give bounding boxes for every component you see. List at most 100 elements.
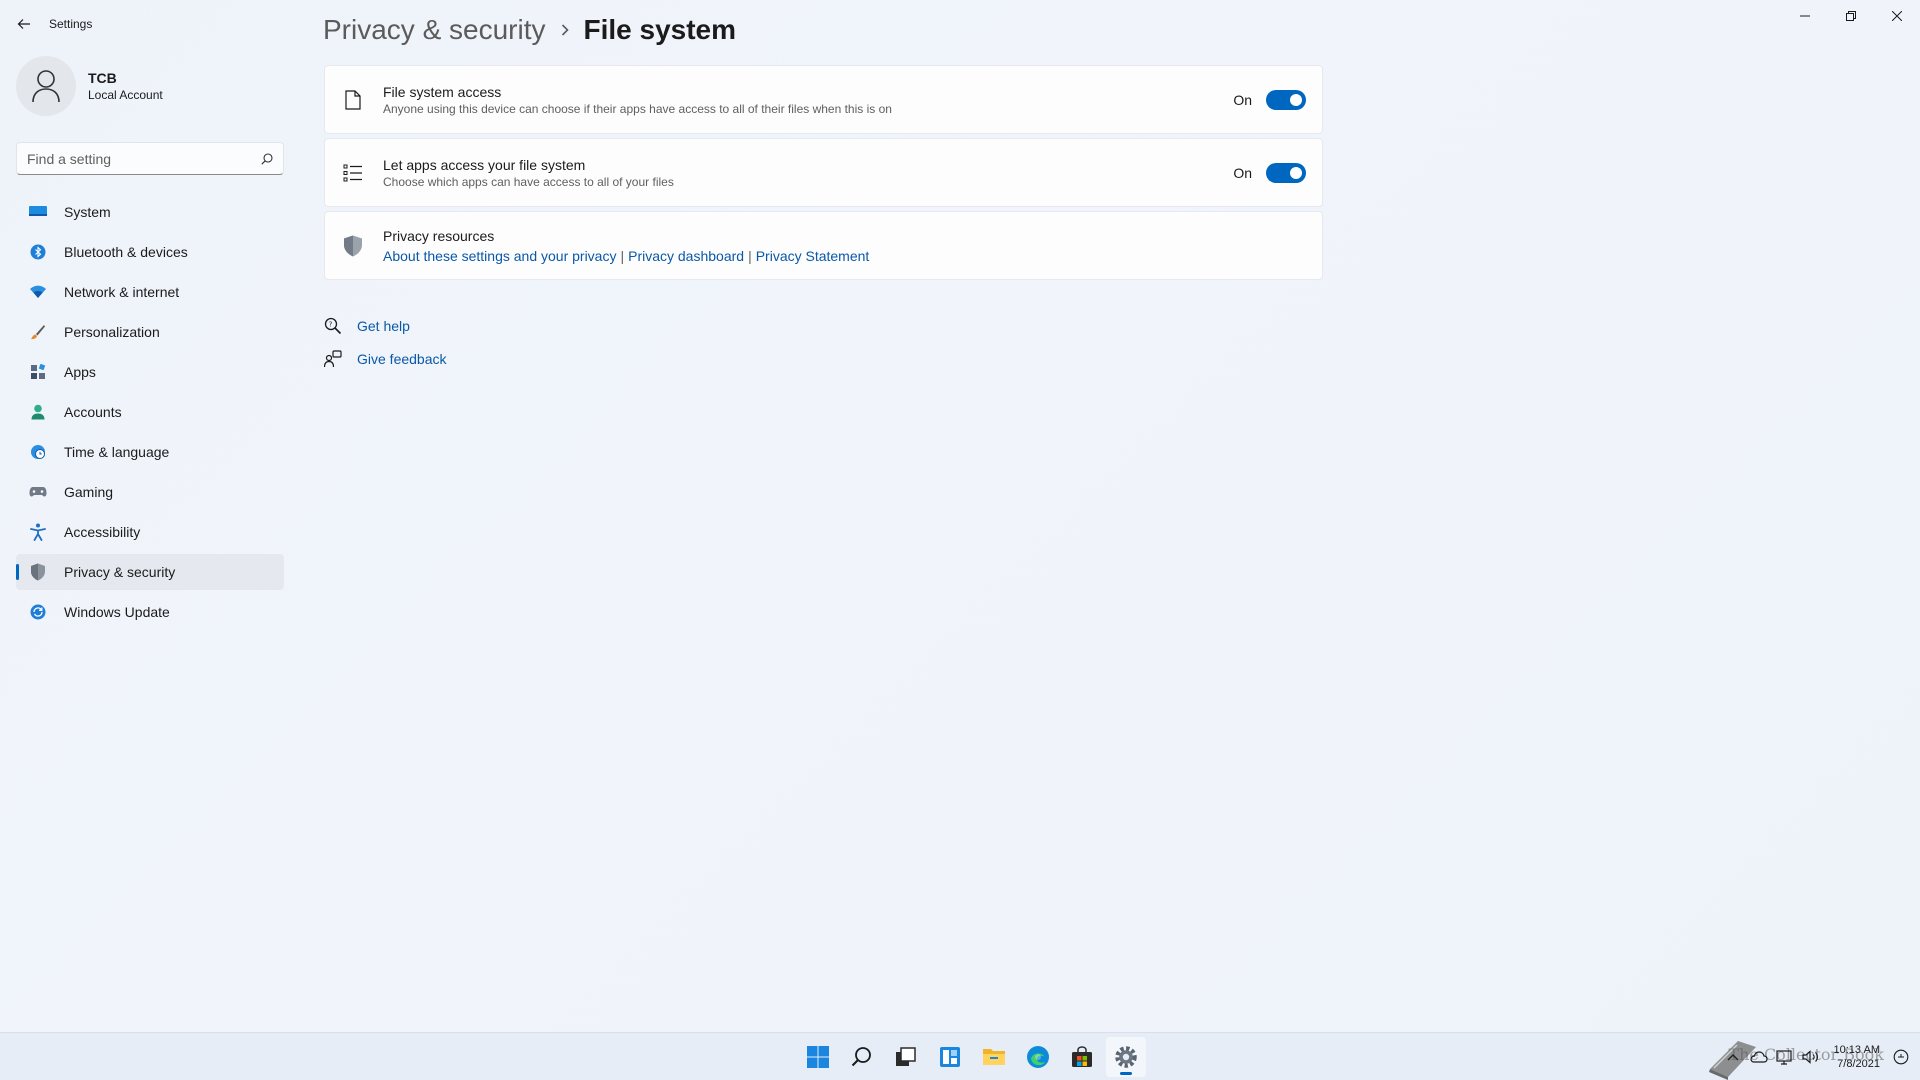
search-box xyxy=(16,142,284,175)
app-title: Settings xyxy=(49,17,93,31)
back-button[interactable] xyxy=(10,12,38,36)
file-explorer-icon xyxy=(983,1049,1005,1065)
breadcrumb: Privacy & security File system xyxy=(323,10,736,50)
sidebar-item-label: Network & internet xyxy=(64,284,180,300)
sidebar-item-label: System xyxy=(64,204,111,220)
person-avatar-icon xyxy=(32,70,60,103)
privacy-statement-link[interactable]: Privacy Statement xyxy=(756,248,870,264)
search-icon[interactable] xyxy=(261,152,273,165)
cloud-icon[interactable] xyxy=(1748,1046,1770,1068)
sidebar-item-label: Gaming xyxy=(64,484,114,500)
controller-icon xyxy=(28,482,48,502)
bluetooth-icon xyxy=(28,242,48,262)
start-icon xyxy=(807,1046,829,1068)
close-button[interactable] xyxy=(1874,0,1920,32)
user-profile[interactable]: TCB Local Account xyxy=(16,56,163,116)
card-text: File system access Anyone using this dev… xyxy=(383,84,892,116)
give-feedback-label: Give feedback xyxy=(357,351,447,367)
start-button[interactable] xyxy=(798,1037,838,1077)
card-description: Anyone using this device can choose if t… xyxy=(383,101,892,116)
shield-icon xyxy=(28,562,48,582)
document-icon xyxy=(341,88,365,112)
settings-taskbar-button[interactable] xyxy=(1106,1037,1146,1077)
sidebar-item-label: Windows Update xyxy=(64,604,170,620)
store-button[interactable] xyxy=(1062,1037,1102,1077)
page-title: File system xyxy=(583,14,737,45)
task-view-icon xyxy=(896,1047,916,1066)
sidebar-item-network[interactable]: Network & internet xyxy=(16,274,284,310)
privacy-links: About these settings and your privacy | Pr… xyxy=(383,248,869,264)
taskbar-clock[interactable]: 10:13 AM 7/8/2021 xyxy=(1834,1043,1880,1071)
sidebar-item-label: Privacy & security xyxy=(64,564,176,580)
edge-button[interactable] xyxy=(1018,1037,1058,1077)
let-apps-access-toggle[interactable] xyxy=(1266,163,1306,183)
notification-icon[interactable] xyxy=(1890,1046,1912,1068)
toggle-knob xyxy=(1290,167,1302,179)
avatar xyxy=(16,56,76,116)
card-description: Choose which apps can have access to all… xyxy=(383,174,674,189)
globe-clock-icon xyxy=(28,442,48,462)
file-system-access-toggle[interactable] xyxy=(1266,90,1306,110)
list-icon xyxy=(341,161,365,185)
sidebar-item-system[interactable]: System xyxy=(16,194,284,230)
shield-icon xyxy=(341,234,365,258)
privacy-resources-card: Privacy resources About these settings a… xyxy=(324,211,1323,280)
person-icon xyxy=(28,402,48,422)
sidebar-item-gaming[interactable]: Gaming xyxy=(16,474,284,510)
get-help-link[interactable]: ? Get help xyxy=(323,312,447,340)
window-controls xyxy=(1782,0,1920,32)
restore-button[interactable] xyxy=(1828,0,1874,32)
breadcrumb-parent-link[interactable]: Privacy & security xyxy=(323,14,546,46)
card-title: Privacy resources xyxy=(383,227,495,244)
sidebar-item-time-language[interactable]: Time & language xyxy=(16,434,284,470)
sidebar-item-personalization[interactable]: Personalization xyxy=(16,314,284,350)
taskbar-search-button[interactable] xyxy=(842,1037,882,1077)
update-icon xyxy=(28,602,48,622)
sidebar-item-accessibility[interactable]: Accessibility xyxy=(16,514,284,550)
toggle-group: On xyxy=(1233,90,1306,110)
privacy-dashboard-link[interactable]: Privacy dashboard xyxy=(628,248,744,264)
profile-account-type: Local Account xyxy=(88,88,163,102)
toggle-state-label: On xyxy=(1233,165,1252,181)
network-monitor-icon[interactable] xyxy=(1774,1046,1796,1068)
minimize-icon xyxy=(1800,15,1810,17)
clock-date: 7/8/2021 xyxy=(1837,1058,1880,1070)
apps-icon xyxy=(28,362,48,382)
search-input[interactable] xyxy=(27,150,261,167)
file-explorer-button[interactable] xyxy=(974,1037,1014,1077)
search-icon xyxy=(851,1047,871,1067)
sidebar: TCB Local Account System Bluetooth & dev… xyxy=(0,48,300,1008)
widgets-icon xyxy=(940,1047,960,1067)
widgets-button[interactable] xyxy=(930,1037,970,1077)
task-view-button[interactable] xyxy=(886,1037,926,1077)
back-arrow-icon xyxy=(17,19,30,29)
settings-icon xyxy=(1115,1046,1137,1068)
get-help-label: Get help xyxy=(357,318,410,334)
let-apps-access-card: Let apps access your file system Choose … xyxy=(324,138,1323,207)
about-settings-privacy-link[interactable]: About these settings and your privacy xyxy=(383,248,616,264)
edge-icon xyxy=(1027,1046,1049,1068)
brush-icon xyxy=(28,322,48,342)
volume-icon[interactable] xyxy=(1800,1046,1822,1068)
close-icon xyxy=(1892,11,1902,21)
profile-text: TCB Local Account xyxy=(88,70,163,102)
card-text: Let apps access your file system Choose … xyxy=(383,157,674,189)
minimize-button[interactable] xyxy=(1782,0,1828,32)
card-text: Privacy resources About these settings a… xyxy=(383,228,869,264)
sidebar-item-bluetooth[interactable]: Bluetooth & devices xyxy=(16,234,284,270)
sidebar-item-label: Apps xyxy=(64,364,96,380)
sidebar-item-windows-update[interactable]: Windows Update xyxy=(16,594,284,630)
sidebar-item-accounts[interactable]: Accounts xyxy=(16,394,284,430)
sidebar-item-label: Time & language xyxy=(64,444,170,460)
sidebar-item-apps[interactable]: Apps xyxy=(16,354,284,390)
card-title: File system access xyxy=(383,83,502,100)
chevron-up-icon[interactable] xyxy=(1722,1046,1744,1068)
sidebar-item-privacy-security[interactable]: Privacy & security xyxy=(16,554,284,590)
help-search-icon: ? xyxy=(323,316,343,336)
sidebar-nav: System Bluetooth & devices Network & int… xyxy=(16,194,284,634)
sidebar-item-label: Bluetooth & devices xyxy=(64,244,188,260)
restore-icon xyxy=(1846,11,1856,21)
give-feedback-link[interactable]: Give feedback xyxy=(323,345,447,373)
card-title: Let apps access your file system xyxy=(383,156,586,173)
help-section: ? Get help Give feedback xyxy=(323,312,447,378)
